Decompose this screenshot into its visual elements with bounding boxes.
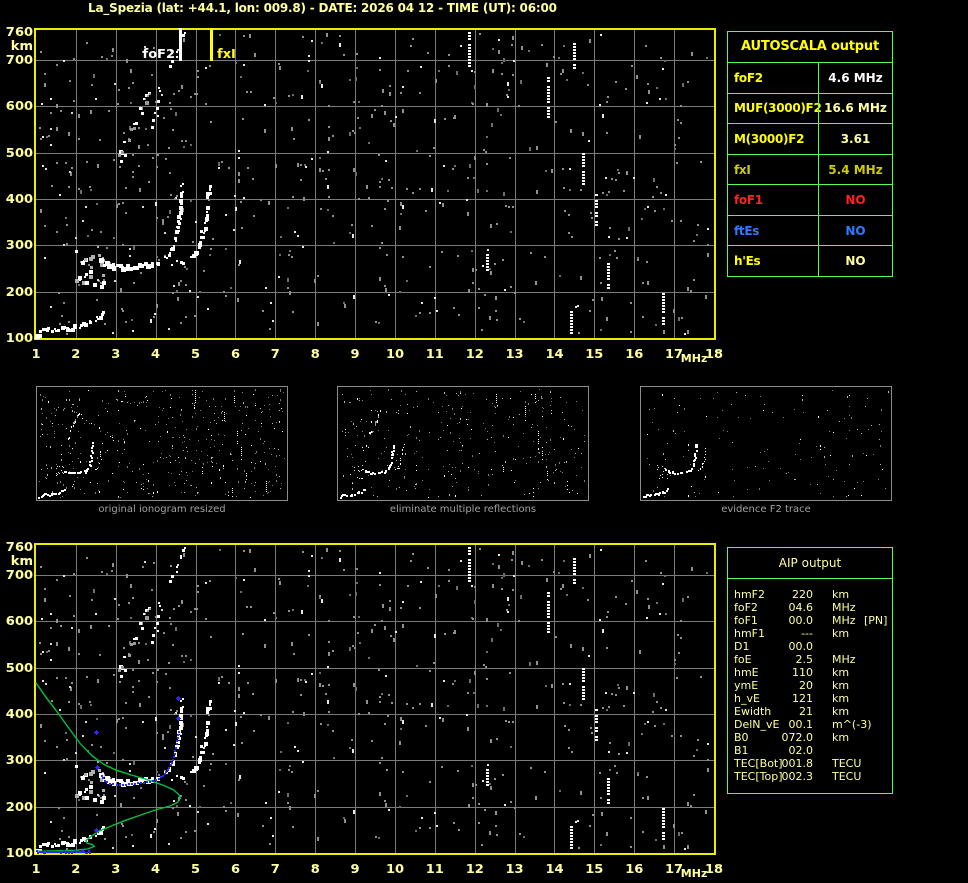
aip-row-b1: B1 02.0 xyxy=(728,744,892,757)
aip-row-tecbot: TEC[Bot] 001.8 TECU xyxy=(728,757,892,770)
autoscala-row-fxi: fxI 5.4 MHz xyxy=(728,154,892,186)
autoscala-param-label: h'Es xyxy=(734,254,761,269)
thumbnail-eliminate-reflections xyxy=(337,386,589,501)
aip-value: 121 xyxy=(792,692,813,705)
autoscala-param-label: fxI xyxy=(734,162,751,177)
thumbnail-caption-eliminate: eliminate multiple reflections xyxy=(389,504,537,515)
aip-value: 002.3 xyxy=(781,770,814,783)
autoscala-param-label: MUF(3000)F2 xyxy=(734,101,822,116)
autoscala-param-value: 5.4 MHz xyxy=(818,154,892,185)
aip-row-foe: foE 2.5 MHz xyxy=(728,653,892,666)
aip-row-d1: D1 00.0 xyxy=(728,640,892,653)
aip-value: 20 xyxy=(799,679,813,692)
aip-row-hme: hmE 110 km xyxy=(728,666,892,679)
autoscala-row-hes: h'Es NO xyxy=(728,246,892,277)
aip-unit: MHz xyxy=(832,614,856,627)
thumbnail-original-canvas xyxy=(37,387,287,500)
autoscala-param-label: M(3000)F2 xyxy=(734,131,805,146)
aip-unit: km xyxy=(832,666,850,679)
aip-unit: km xyxy=(832,692,850,705)
aip-value: 00.0 xyxy=(788,614,814,627)
autoscala-param-value: 16.6 MHz xyxy=(818,93,892,124)
aip-value: 220 xyxy=(792,588,813,601)
aip-row-tectop: TEC[Top] 002.3 TECU xyxy=(728,770,892,783)
aip-unit: km xyxy=(832,705,850,718)
autoscala-param-value: NO xyxy=(818,185,892,215)
page-title: La_Spezia (lat: +44.1, lon: 009.8) - DAT… xyxy=(88,1,557,15)
aip-param: foF2 xyxy=(734,601,758,614)
aip-value: 2.5 xyxy=(795,653,814,666)
aip-param: B1 xyxy=(734,744,749,757)
aip-unit: TECU xyxy=(832,770,862,783)
aip-value: 00.0 xyxy=(788,640,814,653)
aip-param: ymE xyxy=(734,679,759,692)
autoscala-row-fof2: foF2 4.6 MHz xyxy=(728,63,892,94)
aip-unit: km xyxy=(832,731,850,744)
aip-value: --- xyxy=(801,627,813,640)
autoscala-row-fof1: foF1 NO xyxy=(728,185,892,216)
thumbnail-evidence-canvas xyxy=(641,387,891,500)
thumbnail-evidence-f2 xyxy=(640,386,892,501)
aip-row-hmf1: hmF1 --- km xyxy=(728,627,892,640)
autoscala-param-value: NO xyxy=(818,246,892,277)
aip-row-fof1: foF1 00.0 MHz [PN] xyxy=(728,614,892,627)
aip-param: D1 xyxy=(734,640,750,653)
autoscala-param-value: 3.61 xyxy=(818,124,892,154)
aip-param: hmE xyxy=(734,666,759,679)
aip-value: 072.0 xyxy=(781,731,814,744)
autoscala-param-label: foF1 xyxy=(734,193,763,208)
aip-header: AIP output xyxy=(728,548,892,579)
aip-row-hve: h_vE 121 km xyxy=(728,692,892,705)
ionogram-plot-top xyxy=(0,20,724,372)
aip-row-hmf2: hmF2 220 km xyxy=(728,588,892,601)
ionogram-plot-bottom xyxy=(0,535,724,883)
autoscala-rows: foF2 4.6 MHz MUF(3000)F2 16.6 MHz M(3000)F2 3… xyxy=(728,63,892,277)
aip-param: B0 xyxy=(734,731,749,744)
aip-unit: km xyxy=(832,588,850,601)
autoscala-row-ftes: ftEs NO xyxy=(728,215,892,247)
autoscala-param-value: 4.6 MHz xyxy=(818,63,892,93)
aip-row-delnve: DelN_vE 00.1 m^(-3) xyxy=(728,718,892,731)
autoscala-row-m3000f2: M(3000)F2 3.61 xyxy=(728,124,892,155)
aip-unit: MHz xyxy=(832,653,856,666)
autoscala-param-label: ftEs xyxy=(734,223,760,238)
autoscala-header: AUTOSCALA output xyxy=(728,32,892,63)
aip-value: 04.6 xyxy=(788,601,814,614)
aip-value: 02.0 xyxy=(788,744,814,757)
aip-param: foE xyxy=(734,653,752,666)
aip-row-fof2: foF2 04.6 MHz xyxy=(728,601,892,614)
aip-unit: km xyxy=(832,627,850,640)
thumbnail-original-ionogram xyxy=(36,386,288,501)
autoscala-param-value: NO xyxy=(818,215,892,246)
aip-unit: m^(-3) xyxy=(832,718,872,731)
aip-row-ewidth: Ewidth 21 km xyxy=(728,705,892,718)
aip-row-yme: ymE 20 km xyxy=(728,679,892,692)
aip-output-panel: AIP output hmF2 220 km foF2 04.6 MHz foF1 00.0 M… xyxy=(727,547,893,794)
aip-row-b0: B0 072.0 km xyxy=(728,731,892,744)
autoscala-output-panel: AUTOSCALA output foF2 4.6 MHz MUF(3000)F2 1… xyxy=(727,31,893,277)
aip-rows: hmF2 220 km foF2 04.6 MHz foF1 00.0 MHz [PN] hmF1-… xyxy=(728,579,892,783)
aip-unit: km xyxy=(832,679,850,692)
aip-value: 00.1 xyxy=(788,718,814,731)
thumbnail-eliminate-canvas xyxy=(338,387,588,500)
aip-note: [PN] xyxy=(864,614,888,627)
aip-value: 001.8 xyxy=(781,757,814,770)
aip-unit: TECU xyxy=(832,757,862,770)
aip-param: foF1 xyxy=(734,614,758,627)
aip-value: 110 xyxy=(792,666,813,679)
thumbnail-caption-original: original ionogram resized xyxy=(98,504,226,515)
thumbnail-caption-evidence: evidence F2 trace xyxy=(721,504,811,515)
aip-value: 21 xyxy=(799,705,813,718)
aip-unit: MHz xyxy=(832,601,856,614)
autoscala-row-muf3000f2: MUF(3000)F2 16.6 MHz xyxy=(728,93,892,125)
autoscala-param-label: foF2 xyxy=(734,70,763,85)
